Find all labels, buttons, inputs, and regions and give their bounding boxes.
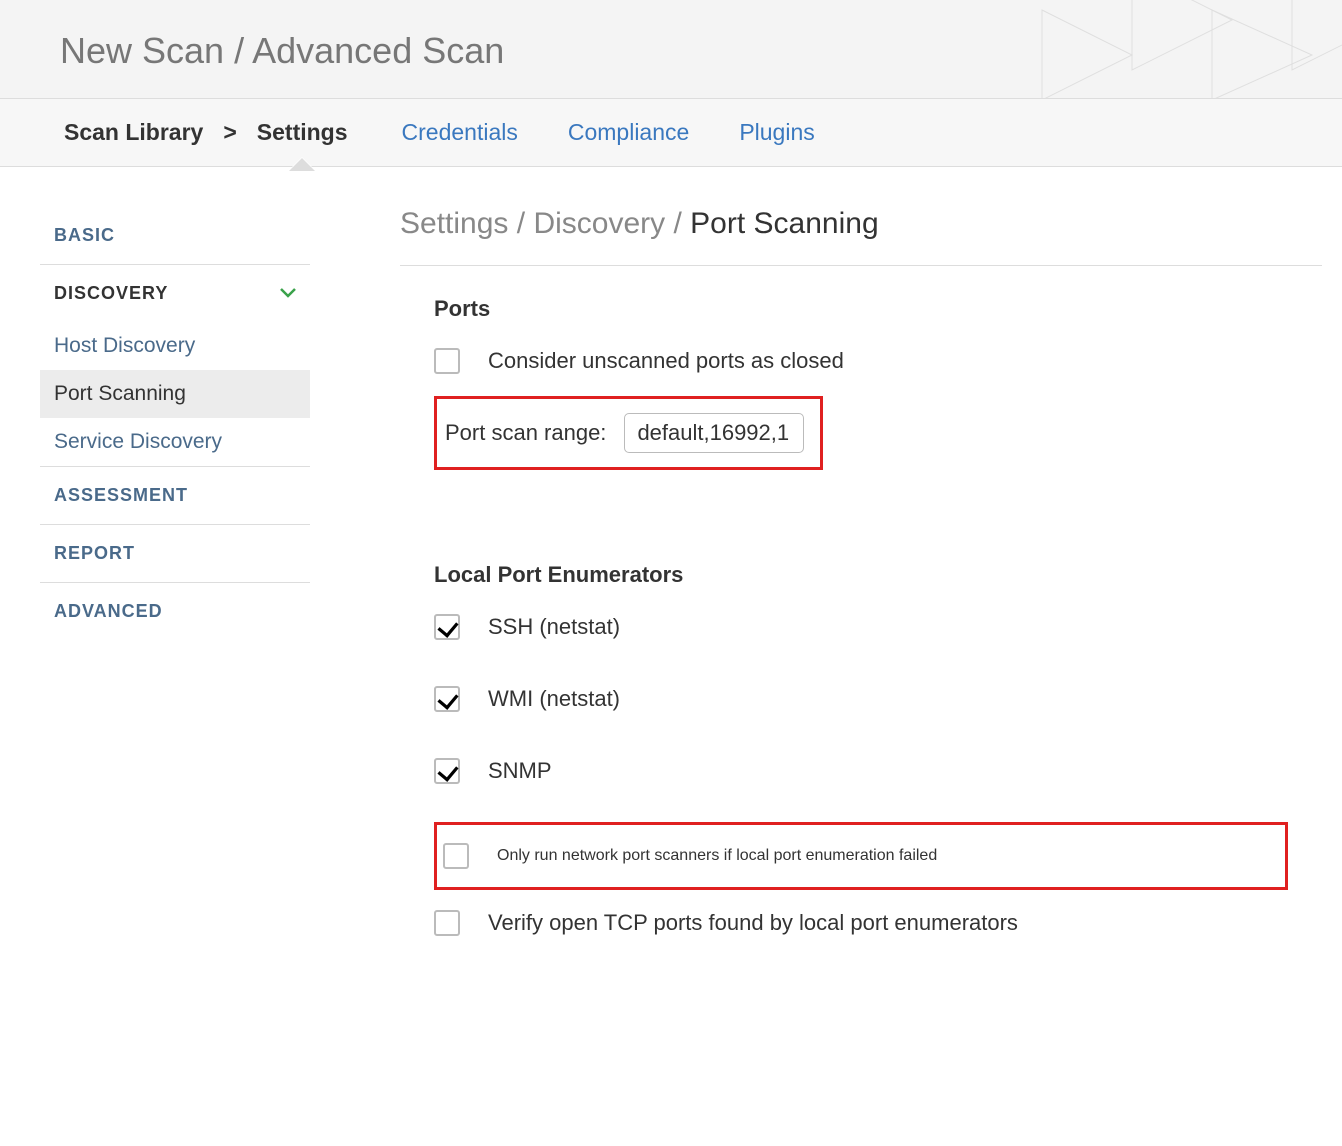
- bc-sep: /: [673, 207, 681, 240]
- checkbox-ssh-netstat[interactable]: [434, 614, 460, 640]
- sidebar-section-assessment[interactable]: ASSESSMENT: [40, 467, 310, 524]
- field-wmi-netstat: WMI (netstat): [434, 686, 1288, 712]
- chevron-down-icon: [280, 285, 296, 303]
- sidebar-section-label: REPORT: [54, 543, 135, 564]
- tabs-bar: Scan Library > Settings Credentials Comp…: [0, 99, 1342, 167]
- label-ssh-netstat: SSH (netstat): [488, 614, 620, 640]
- sidebar-section-label: ADVANCED: [54, 601, 163, 622]
- sidebar-section-label: DISCOVERY: [54, 283, 168, 304]
- bc-port-scanning: Port Scanning: [690, 207, 878, 240]
- tab-compliance[interactable]: Compliance: [568, 119, 689, 146]
- sidebar-item-service-discovery[interactable]: Service Discovery: [40, 418, 310, 466]
- bc-settings[interactable]: Settings: [400, 207, 508, 240]
- checkbox-only-if-failed[interactable]: [443, 843, 469, 869]
- sidebar-section-label: ASSESSMENT: [54, 485, 188, 506]
- highlight-port-scan-range: Port scan range:: [434, 396, 823, 470]
- section-title-local-enum: Local Port Enumerators: [434, 562, 1288, 588]
- field-verify-tcp: Verify open TCP ports found by local por…: [434, 910, 1288, 936]
- label-port-scan-range: Port scan range:: [445, 420, 606, 446]
- content-pane: Settings / Discovery / Port Scanning Por…: [310, 207, 1342, 968]
- breadcrumb-separator: >: [207, 119, 252, 146]
- sidebar-section-basic[interactable]: BASIC: [40, 207, 310, 264]
- sidebar-section-report[interactable]: REPORT: [40, 525, 310, 582]
- page-title: New Scan / Advanced Scan: [60, 30, 1282, 72]
- field-consider-closed: Consider unscanned ports as closed: [434, 348, 1288, 374]
- label-only-if-failed: Only run network port scanners if local …: [497, 847, 937, 865]
- bc-sep: /: [517, 207, 525, 240]
- breadcrumb-root[interactable]: Scan Library: [60, 119, 207, 146]
- sidebar-item-label: Host Discovery: [54, 334, 195, 357]
- label-wmi-netstat: WMI (netstat): [488, 686, 620, 712]
- field-ssh-netstat: SSH (netstat): [434, 614, 1288, 640]
- highlight-only-if-failed: Only run network port scanners if local …: [434, 822, 1288, 890]
- sidebar-section-discovery[interactable]: DISCOVERY: [40, 265, 310, 322]
- label-snmp: SNMP: [488, 758, 552, 784]
- sidebar-item-label: Port Scanning: [54, 382, 186, 405]
- input-port-scan-range[interactable]: [624, 413, 804, 453]
- sidebar-item-label: Service Discovery: [54, 430, 222, 453]
- settings-panel: Ports Consider unscanned ports as closed…: [400, 265, 1322, 968]
- breadcrumb-current[interactable]: Settings: [253, 119, 352, 145]
- tab-plugins[interactable]: Plugins: [739, 119, 814, 146]
- tab-credentials[interactable]: Credentials: [402, 119, 518, 146]
- main-area: BASIC DISCOVERY Host Discovery Port Scan…: [0, 167, 1342, 968]
- sidebar-section-advanced[interactable]: ADVANCED: [40, 583, 310, 640]
- checkbox-wmi-netstat[interactable]: [434, 686, 460, 712]
- label-verify-tcp: Verify open TCP ports found by local por…: [488, 910, 1018, 936]
- content-breadcrumb: Settings / Discovery / Port Scanning: [400, 207, 1322, 241]
- checkbox-verify-tcp[interactable]: [434, 910, 460, 936]
- section-title-ports: Ports: [434, 296, 1288, 322]
- sidebar-section-label: BASIC: [54, 225, 115, 246]
- active-tab-indicator: [290, 157, 314, 169]
- sidebar-item-host-discovery[interactable]: Host Discovery: [40, 322, 310, 370]
- checkbox-consider-closed[interactable]: [434, 348, 460, 374]
- page-header: New Scan / Advanced Scan: [0, 0, 1342, 99]
- sidebar: BASIC DISCOVERY Host Discovery Port Scan…: [40, 207, 310, 968]
- label-consider-closed: Consider unscanned ports as closed: [488, 348, 844, 374]
- checkbox-snmp[interactable]: [434, 758, 460, 784]
- bc-discovery[interactable]: Discovery: [533, 207, 665, 240]
- sidebar-item-port-scanning[interactable]: Port Scanning: [40, 370, 310, 418]
- field-snmp: SNMP: [434, 758, 1288, 784]
